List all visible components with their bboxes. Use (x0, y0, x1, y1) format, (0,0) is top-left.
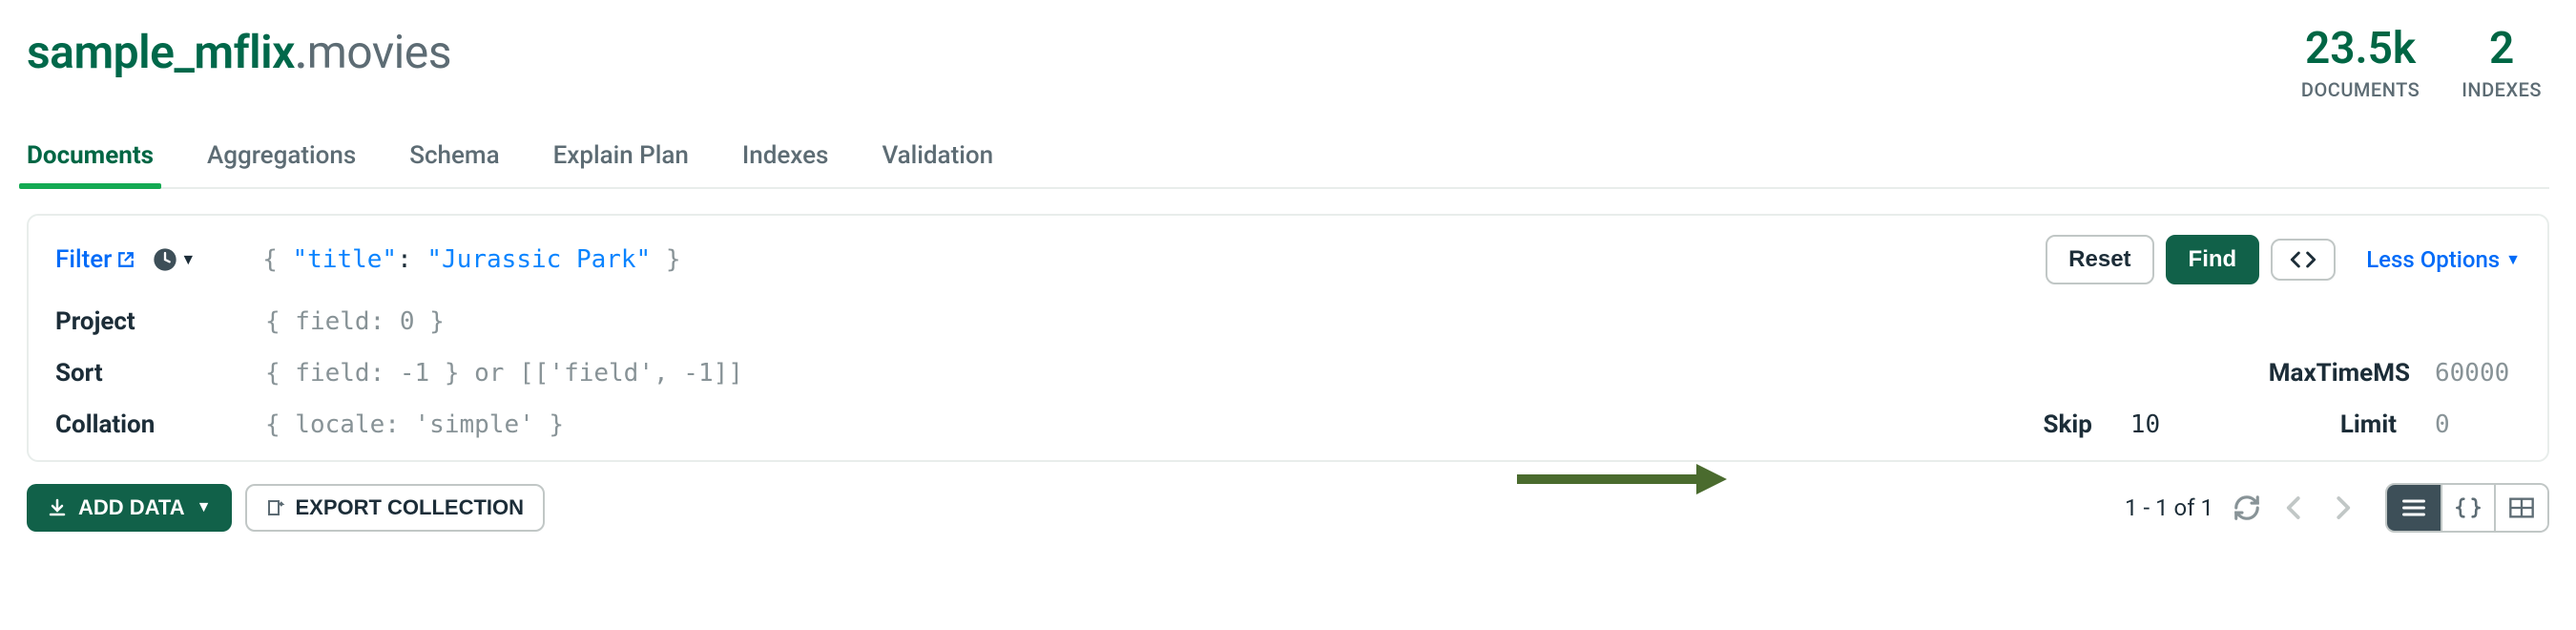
sort-input[interactable]: { field: -1 } or [['field', -1]] (265, 359, 2269, 388)
tab-schema[interactable]: Schema (409, 141, 499, 189)
export-collection-button[interactable]: EXPORT COLLECTION (245, 484, 545, 532)
indexes-count: 2 (2462, 27, 2542, 71)
options-toggle-label: Less Options (2366, 246, 2500, 273)
add-data-label: ADD DATA (78, 495, 185, 520)
table-icon (2508, 496, 2535, 519)
collection-title: sample_mflix.movies (27, 25, 451, 79)
list-icon (2400, 496, 2427, 519)
documents-count: 23.5k (2301, 27, 2420, 71)
next-page-button[interactable] (2328, 494, 2357, 522)
view-switcher (2385, 483, 2549, 533)
limit-input[interactable]: 0 (2435, 410, 2521, 439)
tab-documents[interactable]: Documents (27, 141, 154, 189)
documents-count-label: DOCUMENTS (2301, 78, 2420, 101)
query-history-button[interactable]: ▼ (152, 246, 196, 273)
tab-indexes[interactable]: Indexes (742, 141, 829, 189)
maxtimems-label: MaxTimeMS (2269, 359, 2410, 388)
view-table-button[interactable] (2494, 485, 2547, 531)
filter-label-text: Filter (55, 245, 112, 274)
toggle-query-code-button[interactable] (2271, 239, 2336, 281)
external-link-icon (117, 251, 135, 268)
reset-button[interactable]: Reset (2046, 235, 2153, 284)
chevron-down-icon: ▼ (180, 250, 196, 269)
sort-label: Sort (55, 359, 265, 388)
skip-input[interactable]: 10 (2130, 410, 2302, 439)
add-data-button[interactable]: ADD DATA ▼ (27, 484, 232, 532)
export-collection-label: EXPORT COLLECTION (295, 495, 524, 520)
options-toggle[interactable]: Less Options ▼ (2366, 246, 2521, 273)
braces-icon (2455, 496, 2482, 519)
database-name: sample_mflix (27, 25, 295, 79)
clock-icon (152, 246, 178, 273)
tab-aggregations[interactable]: Aggregations (207, 141, 356, 189)
find-button[interactable]: Find (2166, 235, 2260, 284)
indexes-count-label: INDEXES (2462, 78, 2542, 101)
collection-stats: 23.5k DOCUMENTS 2 INDEXES (2301, 25, 2549, 101)
code-icon (2290, 248, 2316, 271)
prev-page-button[interactable] (2280, 494, 2309, 522)
project-input[interactable]: { field: 0 } (265, 307, 2521, 336)
query-bar: Filter ▼ { "title": "Jurassic Park" } Re… (27, 214, 2549, 462)
chevron-down-icon: ▼ (2505, 250, 2521, 269)
skip-label: Skip (2043, 410, 2091, 439)
filter-label-link[interactable]: Filter (55, 245, 135, 274)
collection-name: movies (307, 25, 451, 79)
tab-explain-plan[interactable]: Explain Plan (553, 141, 689, 189)
pager-text: 1 - 1 of 1 (2125, 494, 2213, 521)
collation-label: Collation (55, 410, 265, 439)
view-list-button[interactable] (2387, 485, 2441, 531)
download-icon (48, 498, 67, 517)
refresh-button[interactable] (2233, 494, 2261, 522)
collation-input[interactable]: { locale: 'simple' } (265, 410, 2043, 439)
maxtimems-input[interactable]: 60000 (2435, 359, 2521, 388)
project-label: Project (55, 307, 265, 336)
export-icon (266, 498, 285, 517)
tab-validation[interactable]: Validation (882, 141, 993, 189)
filter-input[interactable]: { "title": "Jurassic Park" } (213, 245, 2028, 274)
view-json-button[interactable] (2441, 485, 2494, 531)
limit-label: Limit (2340, 410, 2397, 439)
chevron-down-icon: ▼ (197, 499, 212, 516)
tabs-bar: Documents Aggregations Schema Explain Pl… (27, 139, 2549, 189)
